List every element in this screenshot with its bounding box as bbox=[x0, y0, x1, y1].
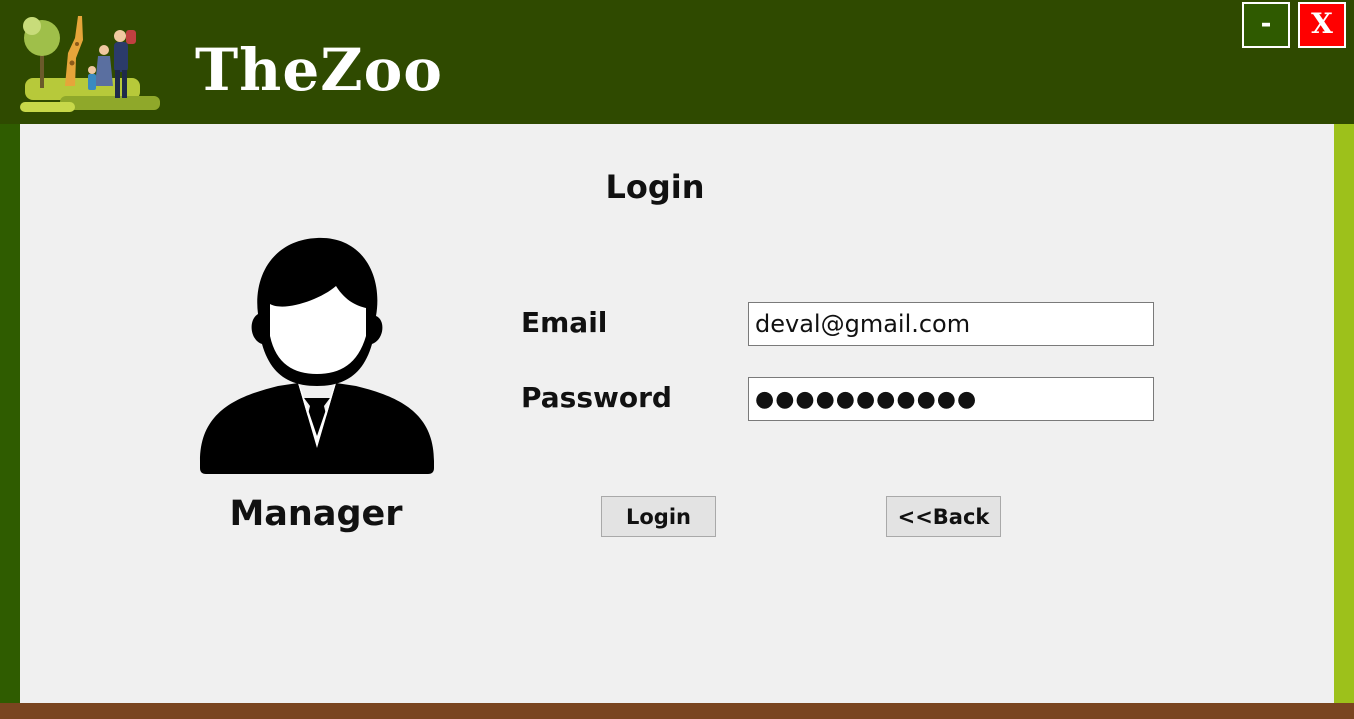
back-button[interactable]: <<Back bbox=[886, 496, 1001, 537]
email-label: Email bbox=[521, 306, 608, 339]
minimize-button[interactable]: - bbox=[1242, 2, 1290, 48]
login-button[interactable]: Login bbox=[601, 496, 716, 537]
page-title: Login bbox=[605, 168, 705, 206]
password-label: Password bbox=[521, 381, 672, 414]
email-field[interactable] bbox=[748, 302, 1154, 346]
header-bar: TheZoo - X bbox=[0, 0, 1354, 124]
right-border bbox=[1334, 124, 1354, 704]
footer-bar bbox=[0, 703, 1354, 719]
password-field[interactable] bbox=[748, 377, 1154, 421]
close-button[interactable]: X bbox=[1298, 2, 1346, 48]
zoo-logo-icon bbox=[20, 16, 160, 112]
left-border bbox=[0, 124, 20, 704]
app-brand-title: TheZoo bbox=[195, 36, 443, 104]
role-label: Manager bbox=[229, 494, 403, 534]
manager-avatar-icon bbox=[200, 237, 434, 474]
